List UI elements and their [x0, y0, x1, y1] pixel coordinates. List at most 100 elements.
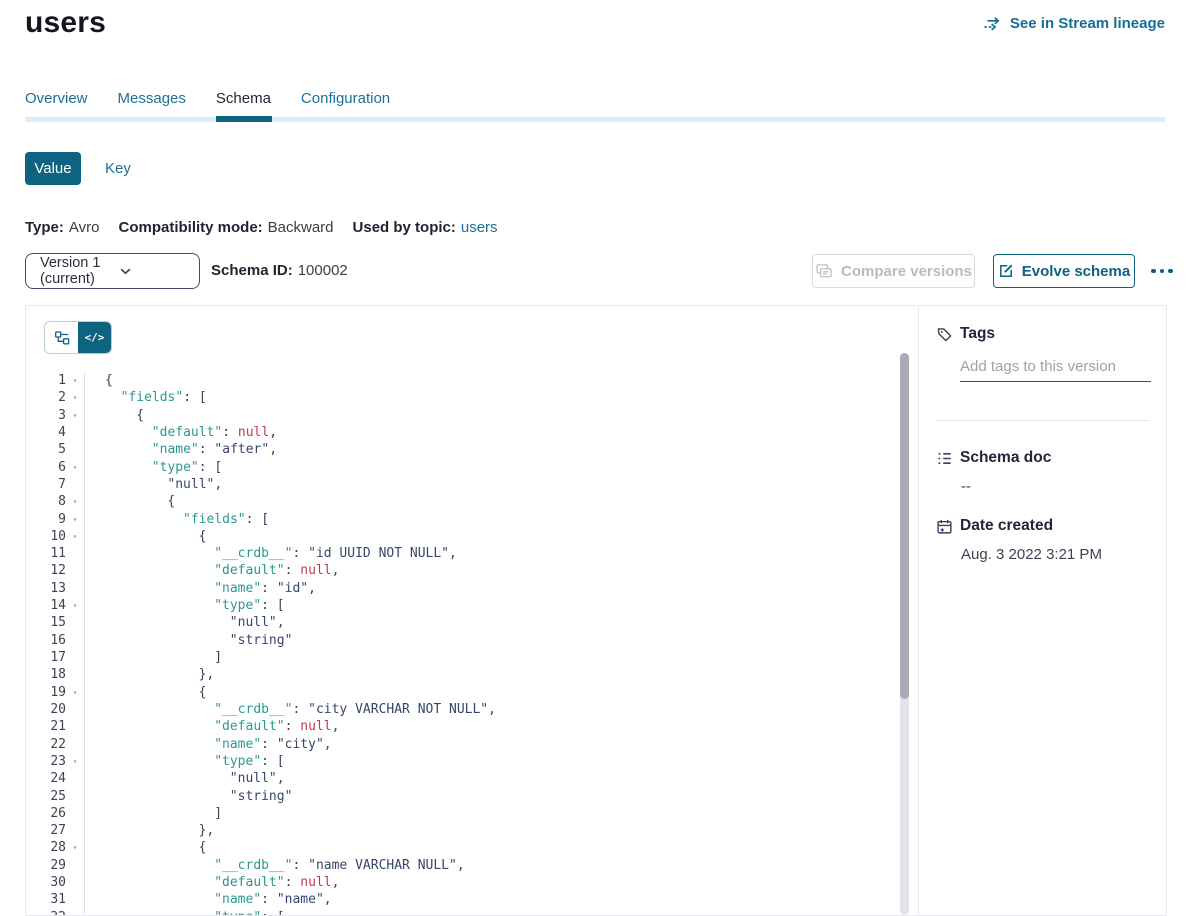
tab-overview[interactable]: Overview — [25, 90, 88, 107]
line-number: 30 — [26, 874, 66, 891]
code-text: "string" — [85, 632, 292, 649]
code-line: 13 "name": "id", — [26, 580, 878, 597]
compare-versions-icon — [815, 263, 833, 279]
code-text: { — [85, 839, 206, 856]
tags-input[interactable] — [960, 356, 1151, 382]
date-created-value: Aug. 3 2022 3:21 PM — [961, 546, 1150, 563]
code-line: 8▾{ — [26, 493, 878, 510]
fold-gutter — [66, 770, 85, 787]
scrollbar-track[interactable] — [900, 353, 909, 915]
line-number: 16 — [26, 632, 66, 649]
fold-gutter — [66, 424, 85, 441]
tab-bar: Overview Messages Schema Configuration — [25, 90, 390, 107]
code-line: 11 "__crdb__": "id UUID NOT NULL", — [26, 545, 878, 562]
tags-section: Tags — [936, 325, 1150, 382]
fold-arrow-icon[interactable]: ▾ — [66, 753, 85, 770]
fold-arrow-icon[interactable]: ▾ — [66, 407, 85, 424]
code-line: 4"default": null, — [26, 424, 878, 441]
line-number: 32 — [26, 909, 66, 915]
schema-meta-row: Type:Avro Compatibility mode:Backward Us… — [25, 219, 498, 236]
code-text: }, — [85, 666, 214, 683]
used-by-topic-field: Used by topic:users — [353, 219, 498, 236]
code-text: "null", — [85, 770, 285, 787]
code-text: "default": null, — [85, 424, 277, 441]
code-line: 2▾"fields": [ — [26, 389, 878, 406]
topic-link[interactable]: users — [461, 219, 498, 236]
code-text: "default": null, — [85, 562, 339, 579]
code-text: "__crdb__": "city VARCHAR NOT NULL", — [85, 701, 496, 718]
schema-id-field: Schema ID:100002 — [211, 262, 348, 279]
line-number: 12 — [26, 562, 66, 579]
code-text: { — [85, 407, 144, 424]
fold-arrow-icon[interactable]: ▾ — [66, 511, 85, 528]
line-number: 1 — [26, 372, 66, 389]
code-text: "name": "city", — [85, 736, 332, 753]
code-text: "name": "id", — [85, 580, 316, 597]
code-line: 20 "__crdb__": "city VARCHAR NOT NULL", — [26, 701, 878, 718]
line-number: 9 — [26, 511, 66, 528]
date-created-section: Date created Aug. 3 2022 3:21 PM — [936, 517, 1150, 563]
tab-schema[interactable]: Schema — [216, 90, 271, 107]
code-line: 15"null", — [26, 614, 878, 631]
ellipsis-icon — [1151, 269, 1156, 274]
scrollbar-thumb[interactable] — [900, 353, 909, 699]
code-editor[interactable]: 1▾{2▾"fields": [3▾{4"default": null,5"na… — [26, 372, 878, 915]
line-number: 18 — [26, 666, 66, 683]
line-number: 26 — [26, 805, 66, 822]
fold-arrow-icon[interactable]: ▾ — [66, 597, 85, 614]
schema-view-toggle: </> — [44, 321, 112, 354]
fold-arrow-icon[interactable]: ▾ — [66, 684, 85, 701]
fold-arrow-icon[interactable]: ▾ — [66, 389, 85, 406]
line-number: 14 — [26, 597, 66, 614]
compare-versions-button[interactable]: Compare versions — [812, 254, 975, 288]
fold-arrow-icon[interactable]: ▾ — [66, 372, 85, 389]
tags-title: Tags — [960, 325, 995, 343]
code-text: "__crdb__": "id UUID NOT NULL", — [85, 545, 457, 562]
code-line: 10▾{ — [26, 528, 878, 545]
chevron-down-icon — [106, 268, 186, 275]
code-view-button[interactable]: </> — [78, 322, 111, 353]
code-text: "name": "name", — [85, 891, 332, 908]
stream-lineage-link[interactable]: See in Stream lineage — [983, 15, 1165, 32]
line-number: 11 — [26, 545, 66, 562]
code-line: 21"default": null, — [26, 718, 878, 735]
sidebar-divider — [936, 420, 1150, 421]
code-line: 25"string" — [26, 788, 878, 805]
fold-gutter — [66, 701, 85, 718]
key-toggle-button[interactable]: Key — [97, 152, 139, 185]
type-field: Type:Avro — [25, 219, 99, 236]
line-number: 10 — [26, 528, 66, 545]
schema-code-pane: </> 1▾{2▾"fields": [3▾{4"default": null,… — [26, 306, 918, 915]
line-number: 19 — [26, 684, 66, 701]
fold-arrow-icon[interactable]: ▾ — [66, 839, 85, 856]
fold-gutter — [66, 649, 85, 666]
line-number: 31 — [26, 891, 66, 908]
fold-arrow-icon[interactable]: ▾ — [66, 493, 85, 510]
schema-doc-title: Schema doc — [960, 449, 1051, 467]
version-dropdown[interactable]: Version 1 (current) — [25, 253, 200, 289]
value-toggle-button[interactable]: Value — [25, 152, 81, 185]
tab-configuration[interactable]: Configuration — [301, 90, 390, 107]
tab-messages[interactable]: Messages — [118, 90, 186, 107]
line-number: 20 — [26, 701, 66, 718]
compatibility-field: Compatibility mode:Backward — [118, 219, 333, 236]
fold-gutter — [66, 441, 85, 458]
fold-arrow-icon[interactable]: ▾ — [66, 459, 85, 476]
code-text: "fields": [ — [85, 389, 207, 406]
code-line: 28▾{ — [26, 839, 878, 856]
schema-doc-section: Schema doc -- — [936, 449, 1150, 495]
code-text: "type": [ — [85, 459, 222, 476]
code-line: 22"name": "city", — [26, 736, 878, 753]
line-number: 13 — [26, 580, 66, 597]
fold-arrow-icon[interactable]: ▾ — [66, 909, 85, 915]
line-number: 15 — [26, 614, 66, 631]
code-text: "name": "after", — [85, 441, 277, 458]
more-options-button[interactable] — [1144, 259, 1180, 283]
tree-view-button[interactable] — [45, 322, 78, 353]
code-text: "type": [ — [85, 909, 285, 915]
fold-arrow-icon[interactable]: ▾ — [66, 528, 85, 545]
fold-gutter — [66, 718, 85, 735]
evolve-schema-button[interactable]: Evolve schema — [993, 254, 1135, 288]
active-tab-underline — [216, 116, 272, 122]
fold-gutter — [66, 562, 85, 579]
